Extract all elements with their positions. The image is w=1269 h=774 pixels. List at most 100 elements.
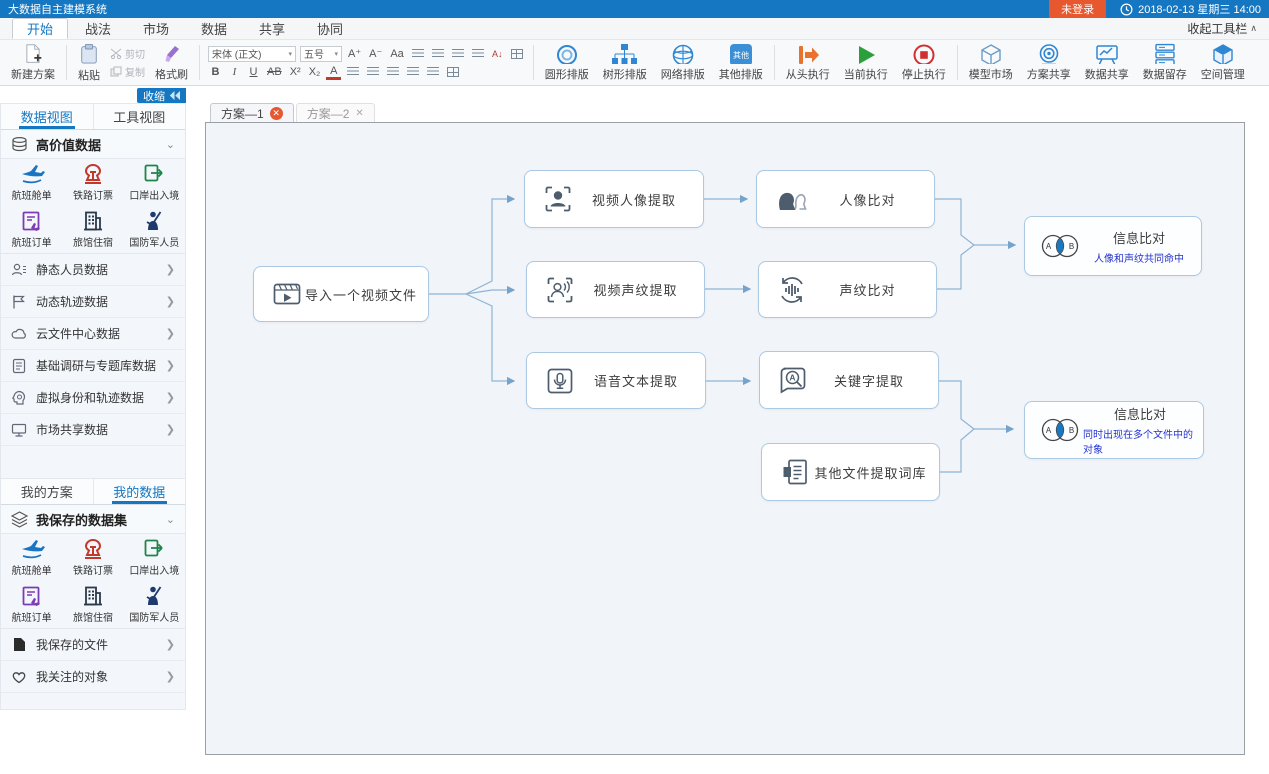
node-face-compare[interactable]: 人像比对: [756, 170, 935, 228]
canvas-tab-bar: 方案—1✕ 方案—2✕: [210, 103, 375, 122]
dataset-border-entry-exit[interactable]: 口岸出入境: [124, 159, 185, 206]
my-followed-objects-item[interactable]: 我关注的对象❯: [1, 661, 185, 693]
bold-button[interactable]: B: [208, 65, 223, 80]
node-keyword-extract[interactable]: A 关键字提取: [759, 351, 939, 409]
menu-tab-collab[interactable]: 协同: [302, 18, 358, 39]
dataset-military-personnel[interactable]: 国防军人员: [124, 581, 185, 628]
node-import-video-file[interactable]: 导入一个视频文件: [253, 266, 429, 322]
plan-tab-2[interactable]: 方案—2✕: [296, 103, 375, 122]
menu-tab-share[interactable]: 共享: [244, 18, 300, 39]
category-static-person-data[interactable]: 静态人员数据❯: [1, 254, 185, 286]
copy-button[interactable]: 复制: [110, 64, 145, 79]
menu-tab-data[interactable]: 数据: [186, 18, 242, 39]
tree-layout-button[interactable]: 树形排版: [596, 42, 654, 83]
outdent-icon[interactable]: [450, 46, 466, 61]
table-icon[interactable]: [509, 46, 525, 61]
category-research-library-data[interactable]: 基础调研与专题库数据❯: [1, 350, 185, 382]
font-family-select[interactable]: 宋体 (正文)▾: [208, 46, 296, 62]
font-color-button[interactable]: A: [326, 65, 341, 80]
border-exit-icon: [143, 538, 165, 560]
grow-font-button[interactable]: A⁺: [346, 46, 363, 61]
play-icon: [853, 43, 879, 64]
dataset-flight-order[interactable]: 航班订单: [1, 581, 62, 628]
flow-canvas[interactable]: 导入一个视频文件 视频人像提取 视频声纹提取 语音文本提取 人像比对 声纹比对 …: [205, 122, 1245, 755]
node-label: 人像比对: [811, 190, 934, 209]
flag-icon: [11, 294, 27, 310]
hotel-building-icon: [82, 585, 104, 607]
dataset-railway-ticket[interactable]: 铁路订票: [62, 159, 123, 206]
cut-button[interactable]: 剪切: [110, 46, 145, 61]
chevron-right-icon: ❯: [166, 391, 175, 404]
node-video-face-extract[interactable]: 视频人像提取: [524, 170, 704, 228]
shading-icon[interactable]: [445, 65, 461, 80]
category-virtual-identity-data[interactable]: 虚拟身份和轨迹数据❯: [1, 382, 185, 414]
align-justify-icon[interactable]: [405, 65, 421, 80]
menu-tab-start[interactable]: 开始: [12, 18, 68, 39]
collapse-toolbar-button[interactable]: 收起工具栏∧: [1187, 18, 1257, 39]
paste-button[interactable]: 粘贴: [71, 42, 107, 84]
category-cloud-file-data[interactable]: 云文件中心数据❯: [1, 318, 185, 350]
strikethrough-button[interactable]: AB: [265, 65, 284, 80]
network-layout-button[interactable]: 网络排版: [654, 42, 712, 83]
dataset-hotel-stay[interactable]: 旅馆住宿: [62, 581, 123, 628]
dataset-flight-manifest[interactable]: 航班舱单: [1, 159, 62, 206]
node-speech-text-extract[interactable]: 语音文本提取: [526, 352, 706, 409]
dataset-flight-manifest[interactable]: 航班舱单: [1, 534, 62, 581]
run-from-start-button[interactable]: 从头执行: [779, 42, 837, 83]
format-painter-button[interactable]: 格式刷: [148, 43, 195, 83]
close-tab-icon[interactable]: ✕: [270, 107, 283, 120]
node-voiceprint-compare[interactable]: 声纹比对: [758, 261, 937, 318]
dataset-hotel-stay[interactable]: 旅馆住宿: [62, 206, 123, 253]
model-market-button[interactable]: 模型市场: [962, 42, 1020, 83]
sidebar-collapse-button[interactable]: 收缩: [137, 88, 186, 103]
new-plan-button[interactable]: 新建方案: [4, 42, 62, 83]
data-share-button[interactable]: 数据共享: [1078, 42, 1136, 83]
login-status-badge[interactable]: 未登录: [1049, 0, 1106, 18]
run-current-button[interactable]: 当前执行: [837, 42, 895, 83]
italic-button[interactable]: I: [227, 65, 242, 80]
subscript-button[interactable]: X₂: [307, 65, 323, 80]
align-left-icon[interactable]: [345, 65, 361, 80]
align-right-icon[interactable]: [385, 65, 401, 80]
bullet-list-icon[interactable]: [410, 46, 426, 61]
shrink-font-button[interactable]: A⁻: [367, 46, 384, 61]
tab-tool-view[interactable]: 工具视图: [93, 104, 186, 129]
superscript-button[interactable]: X²: [288, 65, 303, 80]
align-center-icon[interactable]: [365, 65, 381, 80]
space-manage-button[interactable]: 空间管理: [1194, 42, 1252, 83]
dataset-border-entry-exit[interactable]: 口岸出入境: [124, 534, 185, 581]
plan-tab-1[interactable]: 方案—1✕: [210, 103, 294, 122]
node-info-compare-2[interactable]: AB 信息比对 同时出现在多个文件中的对象: [1024, 401, 1204, 459]
svg-text:A: A: [1046, 426, 1052, 435]
data-retain-button[interactable]: 数据留存: [1136, 42, 1194, 83]
other-layout-button[interactable]: 其他 其他排版: [712, 42, 770, 83]
dataset-railway-ticket[interactable]: 铁路订票: [62, 534, 123, 581]
menu-tab-tactics[interactable]: 战法: [70, 18, 126, 39]
saved-datasets-header[interactable]: 我保存的数据集⌄: [1, 505, 185, 534]
node-video-voiceprint-extract[interactable]: 视频声纹提取: [526, 261, 705, 318]
node-info-compare-1[interactable]: AB 信息比对 人像和声纹共同命中: [1024, 216, 1202, 276]
underline-button[interactable]: U: [246, 65, 261, 80]
stop-run-button[interactable]: 停止执行: [895, 42, 953, 83]
line-spacing-icon[interactable]: [425, 65, 441, 80]
cube-outline-icon: [978, 43, 1004, 64]
close-tab-icon[interactable]: ✕: [355, 108, 363, 119]
tab-data-view[interactable]: 数据视图: [1, 104, 93, 129]
dataset-military-personnel[interactable]: 国防军人员: [124, 206, 185, 253]
dataset-flight-order[interactable]: 航班订单: [1, 206, 62, 253]
my-saved-files-item[interactable]: 我保存的文件❯: [1, 629, 185, 661]
plan-share-button[interactable]: 方案共享: [1020, 42, 1078, 83]
circle-layout-button[interactable]: 圆形排版: [538, 42, 596, 83]
category-market-shared-data[interactable]: 市场共享数据❯: [1, 414, 185, 446]
sort-button[interactable]: A↓: [490, 46, 505, 61]
change-case-button[interactable]: Aa: [388, 46, 405, 61]
high-value-data-header[interactable]: 高价值数据⌄: [1, 130, 185, 159]
indent-icon[interactable]: [470, 46, 486, 61]
menu-tab-market[interactable]: 市场: [128, 18, 184, 39]
font-size-select[interactable]: 五号▾: [300, 46, 342, 62]
tab-my-plans[interactable]: 我的方案: [1, 479, 93, 504]
numbered-list-icon[interactable]: [430, 46, 446, 61]
tab-my-data[interactable]: 我的数据: [93, 479, 186, 504]
category-dynamic-track-data[interactable]: 动态轨迹数据❯: [1, 286, 185, 318]
node-other-files-lexicon[interactable]: 其他文件提取词库: [761, 443, 940, 501]
